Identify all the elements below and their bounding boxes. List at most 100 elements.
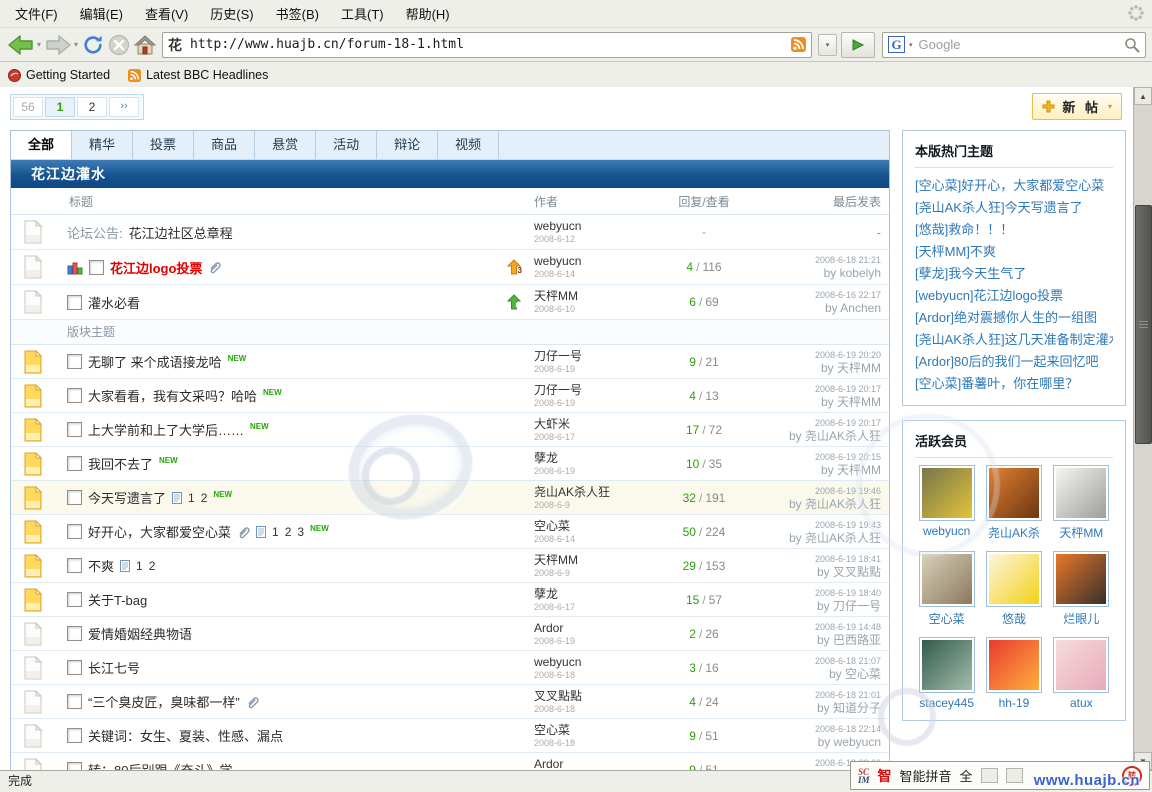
page-link[interactable]: 2 [285, 525, 292, 539]
member-avatar[interactable] [1053, 551, 1109, 607]
author-name[interactable]: webyucn [534, 220, 644, 233]
url-input[interactable] [188, 36, 785, 53]
bookmark-getting-started[interactable]: Getting Started [8, 68, 110, 82]
hot-topic-link[interactable]: [尧山AK杀人狂]今天写遗言了 [915, 197, 1113, 219]
home-button[interactable] [132, 31, 158, 59]
lastpost-by[interactable]: by 刀仔一号 [764, 600, 881, 613]
hot-topic-link[interactable]: [Ardor]80后的我们一起来回忆吧 [915, 351, 1113, 373]
lastpost-by[interactable]: by 叉叉點點 [764, 566, 881, 579]
member-name[interactable]: 悠哉 [986, 610, 1042, 627]
member-name[interactable]: 空心菜 [919, 610, 975, 627]
thread-title-link[interactable]: 长江七号 [88, 658, 140, 677]
hot-topic-link[interactable]: [孽龙]我今天生气了 [915, 263, 1113, 285]
bookmark-bbc-headlines[interactable]: Latest BBC Headlines [128, 68, 268, 82]
stop-button[interactable] [106, 31, 132, 59]
member-name[interactable]: hh-19 [986, 696, 1042, 710]
page-link[interactable]: 1 [272, 525, 279, 539]
lastpost-by[interactable]: by 天枰MM [764, 362, 881, 375]
thread-title-link[interactable]: 关于T-bag [88, 590, 147, 609]
forward-button[interactable] [43, 31, 73, 59]
member-name[interactable]: 烂眼儿 [1053, 610, 1109, 627]
thread-title-link[interactable]: 上大学前和上了大学后…… [88, 420, 244, 439]
author-name[interactable]: 叉叉點點 [534, 690, 644, 703]
back-button[interactable] [6, 31, 36, 59]
thread-title-link[interactable]: 花江边logo投票 [110, 258, 202, 277]
author-name[interactable]: 孽龙 [534, 452, 644, 465]
member-avatar[interactable] [1053, 637, 1109, 693]
menu-item-4[interactable]: 书签(B) [265, 0, 330, 28]
ime-setup-icon[interactable]: 转 [1122, 766, 1142, 786]
lastpost-by[interactable]: by 天枰MM [764, 464, 881, 477]
member-avatar[interactable] [919, 551, 975, 607]
tab-2[interactable]: 投票 [133, 131, 194, 159]
thread-title-link[interactable]: 关键词：女生、夏装、性感、漏点 [88, 726, 283, 745]
lastpost-by[interactable]: by 空心菜 [764, 668, 881, 681]
thread-checkbox[interactable] [67, 354, 82, 369]
author-name[interactable]: Ardor [534, 622, 644, 635]
author-name[interactable]: 空心菜 [534, 724, 644, 737]
lastpost-by[interactable]: by 知道分子 [764, 702, 881, 715]
tab-5[interactable]: 活动 [316, 131, 377, 159]
vertical-scrollbar[interactable]: ▲ ▼ [1133, 87, 1152, 770]
page-link[interactable]: 3 [297, 525, 304, 539]
thread-title-link[interactable]: 我回不去了 [88, 454, 153, 473]
menu-item-2[interactable]: 查看(V) [134, 0, 199, 28]
thread-checkbox[interactable] [67, 694, 82, 709]
thread-title-link[interactable]: 大家看看，我有文采吗？哈哈 [88, 386, 257, 405]
author-name[interactable]: 刀仔一号 [534, 384, 644, 397]
member-name[interactable]: webyucn [919, 524, 975, 538]
thread-title-link[interactable]: 转：80后别跟《奋斗》学 [88, 760, 232, 770]
thread-checkbox[interactable] [89, 260, 104, 275]
hot-topic-link[interactable]: [悠哉]救命！！！ [915, 219, 1113, 241]
hot-topic-link[interactable]: [空心菜]好开心，大家都爱空心菜 [915, 175, 1113, 197]
rss-feed-icon[interactable] [791, 37, 806, 52]
thread-title-link[interactable]: 灌水必看 [88, 293, 140, 312]
google-engine-icon[interactable]: G [888, 36, 905, 53]
address-bar[interactable]: 花 [162, 32, 812, 58]
member-name[interactable]: stacey445 [919, 696, 975, 710]
new-post-button[interactable]: 新 帖 ▾ [1032, 93, 1122, 120]
thread-checkbox[interactable] [67, 295, 82, 310]
search-magnifier-icon[interactable] [1124, 37, 1140, 53]
author-name[interactable]: 天枰MM [534, 290, 644, 303]
ime-engine-icon[interactable]: 智 [878, 766, 892, 786]
lastpost-by[interactable]: by webyucn [764, 736, 881, 749]
thread-checkbox[interactable] [67, 728, 82, 743]
page-next[interactable]: ›› [109, 97, 139, 117]
author-name[interactable]: webyucn [534, 656, 644, 669]
thread-checkbox[interactable] [67, 490, 82, 505]
author-name[interactable]: Ardor [534, 758, 644, 771]
tab-3[interactable]: 商品 [194, 131, 255, 159]
tab-0[interactable]: 全部 [11, 131, 72, 159]
scroll-up-arrow[interactable]: ▲ [1134, 87, 1152, 105]
thread-checkbox[interactable] [67, 422, 82, 437]
lastpost-by[interactable]: by 天枰MM [764, 396, 881, 409]
lastpost-by[interactable]: by kobelyh [764, 267, 881, 280]
thread-title-link[interactable]: 今天写遗言了 [88, 488, 166, 507]
lastpost-by[interactable]: by 尧山AK杀人狂 [764, 430, 881, 443]
thread-title-link[interactable]: 爱情婚姻经典物语 [88, 624, 192, 643]
page-link[interactable]: 2 [149, 559, 156, 573]
tab-6[interactable]: 辩论 [377, 131, 438, 159]
lastpost-by[interactable]: by 尧山AK杀人狂 [764, 498, 881, 511]
thread-title-link[interactable]: 无聊了 来个成语接龙哈 [88, 352, 222, 371]
thread-title-link[interactable]: 不爽 [88, 556, 114, 575]
author-name[interactable]: 尧山AK杀人狂 [534, 486, 644, 499]
reload-button[interactable] [80, 31, 106, 59]
thread-checkbox[interactable] [67, 558, 82, 573]
tab-4[interactable]: 悬赏 [255, 131, 316, 159]
hot-topic-link[interactable]: [空心菜]番薯叶，你在哪里？ [915, 373, 1113, 395]
thread-title-link[interactable]: 花江边社区总章程 [129, 223, 233, 242]
thread-title-link[interactable]: “三个臭皮匠，臭味都一样” [88, 692, 240, 711]
lastpost-by[interactable]: by 尧山AK杀人狂 [764, 532, 881, 545]
thread-checkbox[interactable] [67, 626, 82, 641]
hot-topic-link[interactable]: [天枰MM]不爽 [915, 241, 1113, 263]
lastpost-by[interactable]: by Anchen [764, 302, 881, 315]
back-dropdown-icon[interactable]: ▾ [37, 40, 41, 49]
page-link[interactable]: 1 [188, 491, 195, 505]
new-post-dropdown-icon[interactable]: ▾ [1108, 102, 1112, 111]
page-link[interactable]: 1 [136, 559, 143, 573]
tab-7[interactable]: 视频 [438, 131, 499, 159]
author-name[interactable]: 孽龙 [534, 588, 644, 601]
member-avatar[interactable] [919, 465, 975, 521]
